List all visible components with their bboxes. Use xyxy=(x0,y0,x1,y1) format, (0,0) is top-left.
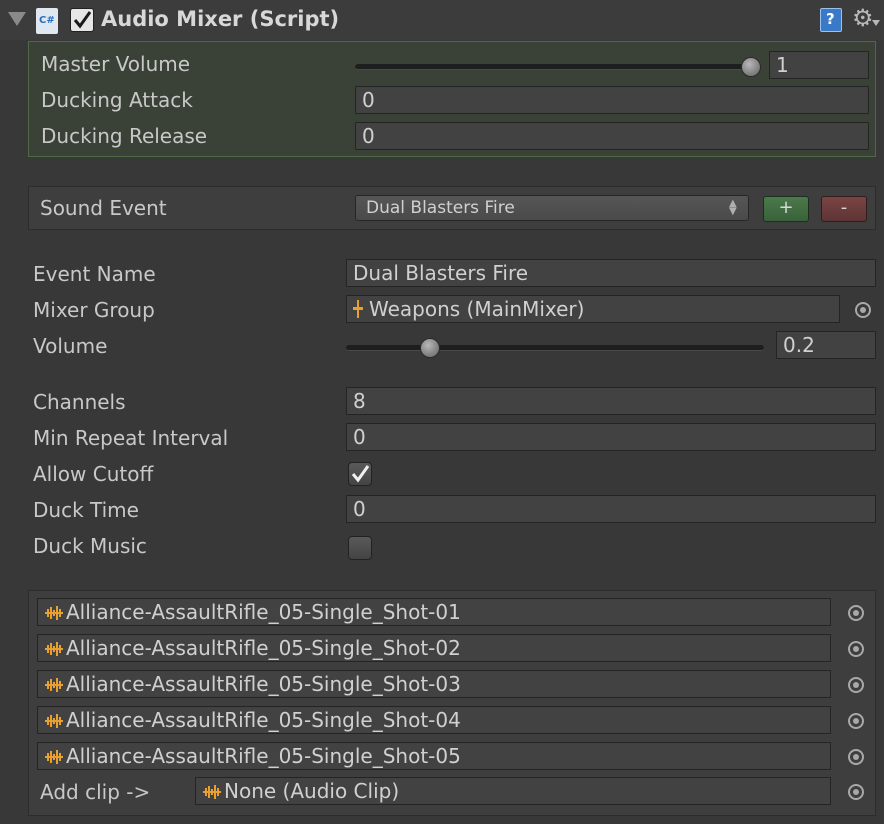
master-volume-field[interactable]: 1 xyxy=(769,51,869,79)
mixer-group-label: Mixer Group xyxy=(33,298,155,322)
sound-event-bar: Sound Event Dual Blasters Fire ▲ ▼ + - xyxy=(28,186,876,230)
clip-field[interactable]: Alliance-AssaultRifle_05-Single_Shot-05 xyxy=(37,742,831,770)
channels-field[interactable]: 8 xyxy=(346,387,876,415)
volume-slider-knob[interactable] xyxy=(419,338,440,358)
clip-name: Alliance-AssaultRifle_05-Single_Shot-04 xyxy=(66,708,461,732)
add-event-button[interactable]: + xyxy=(763,196,809,222)
clip-name: Alliance-AssaultRifle_05-Single_Shot-03 xyxy=(66,672,461,696)
add-clip-field[interactable]: None (Audio Clip) xyxy=(195,777,831,805)
remove-event-button[interactable]: - xyxy=(821,196,867,222)
gear-icon[interactable]: ⚙ xyxy=(852,6,874,30)
min-repeat-interval-field[interactable]: 0 xyxy=(346,423,876,451)
master-volume-slider-knob[interactable] xyxy=(741,57,761,77)
clip-picker-icon[interactable] xyxy=(848,677,864,693)
clip-list-section: Alliance-AssaultRifle_05-Single_Shot-01 A… xyxy=(28,590,876,816)
audio-clip-icon xyxy=(203,785,221,799)
event-name-field[interactable]: Dual Blasters Fire xyxy=(346,259,876,287)
clip-field[interactable]: Alliance-AssaultRifle_05-Single_Shot-02 xyxy=(37,634,831,662)
audio-clip-icon xyxy=(45,750,63,764)
sound-event-selected: Dual Blasters Fire xyxy=(366,198,515,218)
csharp-script-icon: C# xyxy=(36,8,58,34)
remove-event-label: - xyxy=(840,197,848,218)
clip-name: Alliance-AssaultRifle_05-Single_Shot-01 xyxy=(66,600,461,624)
clip-name: Alliance-AssaultRifle_05-Single_Shot-05 xyxy=(66,744,461,768)
add-event-label: + xyxy=(778,197,794,218)
mixer-group-value: Weapons (MainMixer) xyxy=(369,297,585,321)
add-clip-picker-icon[interactable] xyxy=(848,784,864,800)
ducking-release-field[interactable]: 0 xyxy=(355,122,869,150)
mixer-group-field[interactable]: Weapons (MainMixer) xyxy=(346,295,840,323)
mixer-group-icon xyxy=(353,300,363,318)
audio-clip-icon xyxy=(45,642,63,656)
clip-field[interactable]: Alliance-AssaultRifle_05-Single_Shot-03 xyxy=(37,670,831,698)
audio-clip-icon xyxy=(45,678,63,692)
gear-dropdown-icon[interactable] xyxy=(872,20,880,26)
checkmark-icon xyxy=(73,11,92,29)
sound-event-dropdown[interactable]: Dual Blasters Fire ▲ ▼ xyxy=(355,195,749,221)
master-section: Master Volume 1 Ducking Attack 0 Ducking… xyxy=(28,41,876,157)
master-volume-label: Master Volume xyxy=(41,52,191,76)
audio-clip-icon xyxy=(45,606,63,620)
audio-clip-icon xyxy=(45,714,63,728)
volume-label: Volume xyxy=(33,334,108,358)
foldout-arrow-icon[interactable] xyxy=(8,12,26,26)
clip-name: Alliance-AssaultRifle_05-Single_Shot-02 xyxy=(66,636,461,660)
event-name-label: Event Name xyxy=(33,262,156,286)
ducking-attack-field[interactable]: 0 xyxy=(355,86,869,114)
clip-picker-icon[interactable] xyxy=(848,605,864,621)
sound-event-label: Sound Event xyxy=(40,196,167,220)
help-icon[interactable]: ? xyxy=(820,8,842,32)
clip-field[interactable]: Alliance-AssaultRifle_05-Single_Shot-01 xyxy=(37,598,831,626)
duck-music-checkbox[interactable] xyxy=(348,536,372,560)
checkmark-icon xyxy=(351,465,370,483)
channels-label: Channels xyxy=(33,390,126,414)
duck-music-label: Duck Music xyxy=(33,534,147,558)
clip-picker-icon[interactable] xyxy=(848,641,864,657)
master-volume-slider-track[interactable] xyxy=(355,64,751,70)
ducking-release-label: Ducking Release xyxy=(41,124,208,148)
duck-time-field[interactable]: 0 xyxy=(346,495,876,523)
allow-cutoff-checkbox[interactable] xyxy=(348,462,372,486)
add-clip-label: Add clip -> xyxy=(40,780,151,804)
add-clip-value: None (Audio Clip) xyxy=(224,779,400,803)
volume-slider-track[interactable] xyxy=(346,345,764,351)
clip-field[interactable]: Alliance-AssaultRifle_05-Single_Shot-04 xyxy=(37,706,831,734)
component-title: Audio Mixer (Script) xyxy=(101,7,340,31)
volume-field[interactable]: 0.2 xyxy=(776,331,876,359)
ducking-attack-label: Ducking Attack xyxy=(41,88,193,112)
component-header: C# Audio Mixer (Script) ? ⚙ xyxy=(0,0,884,40)
allow-cutoff-label: Allow Cutoff xyxy=(33,462,154,486)
clip-picker-icon[interactable] xyxy=(848,713,864,729)
dropdown-arrows-icon: ▲ ▼ xyxy=(729,198,737,217)
enabled-checkbox[interactable] xyxy=(70,8,94,32)
mixer-group-picker-icon[interactable] xyxy=(855,302,871,318)
clip-picker-icon[interactable] xyxy=(848,749,864,765)
duck-time-label: Duck Time xyxy=(33,498,139,522)
min-repeat-interval-label: Min Repeat Interval xyxy=(33,426,229,450)
